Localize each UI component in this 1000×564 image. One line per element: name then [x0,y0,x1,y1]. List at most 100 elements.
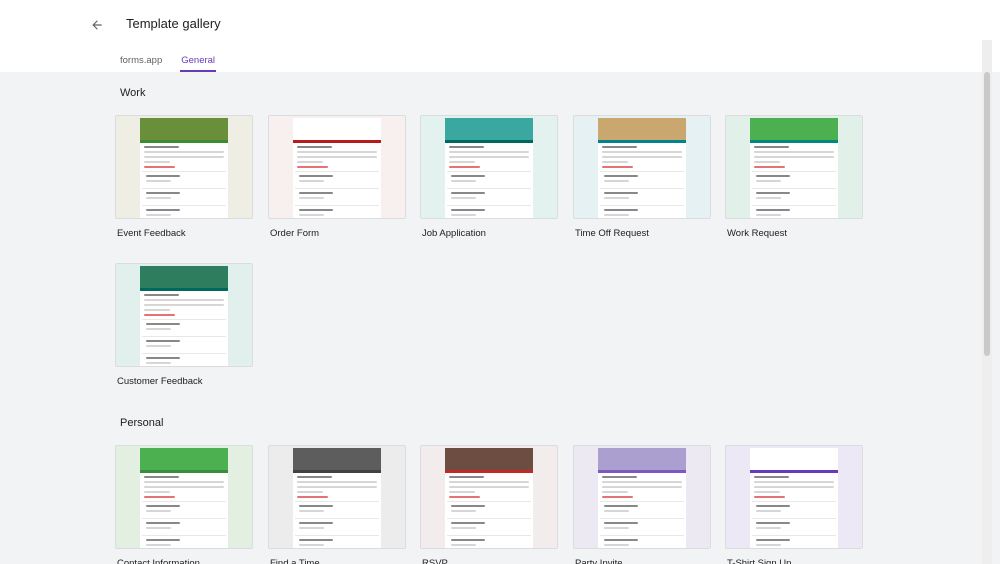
form-text-line [449,151,529,153]
form-question-block [447,501,531,515]
form-text-line [451,209,485,211]
form-text-line [754,496,785,498]
template-thumbnail[interactable] [573,445,711,549]
form-text-line [602,146,638,148]
tab-general[interactable]: General [180,50,217,72]
template-card[interactable]: T-Shirt Sign Up [725,445,863,564]
form-question-block [752,188,836,202]
form-text-line [754,481,834,483]
form-accent-bar [445,470,533,473]
form-text-line [756,209,790,211]
template-label: Contact Information [117,558,200,564]
form-text-line [602,166,633,168]
template-card[interactable]: Order Form [268,115,406,239]
form-preview [598,448,686,548]
form-accent-bar [445,140,533,143]
template-thumbnail[interactable] [115,263,253,367]
form-text-line [297,476,333,478]
template-card[interactable]: Find a Time [268,445,406,564]
form-accent-bar [598,140,686,143]
form-text-line [756,527,782,529]
form-text-line [756,192,790,194]
form-text-line [146,510,172,512]
form-text-line [144,496,175,498]
template-thumbnail[interactable] [725,445,863,549]
form-text-line [604,527,630,529]
template-label: Event Feedback [117,228,186,239]
form-text-line [451,180,477,182]
form-text-line [451,175,485,177]
form-text-line [144,486,224,488]
form-text-line [756,522,790,524]
template-thumbnail[interactable] [268,115,406,219]
form-text-line [451,539,485,541]
form-text-line [604,180,630,182]
form-accent-bar [750,140,838,143]
form-accent-bar [140,288,228,291]
form-text-line [146,340,180,342]
template-card[interactable]: Job Application [420,115,558,239]
form-text-line [146,362,172,364]
form-text-line [144,304,224,306]
form-text-line [756,214,782,216]
template-thumbnail[interactable] [573,115,711,219]
form-question-block [752,535,836,548]
form-header-image [293,448,381,470]
section-title-work: Work [120,87,146,99]
form-text-line [754,151,834,153]
form-text-line [604,544,630,546]
form-text-line [146,505,180,507]
form-header-image [140,448,228,470]
form-question-block [295,518,379,532]
form-question-block [447,171,531,185]
template-thumbnail[interactable] [420,445,558,549]
form-text-line [604,510,630,512]
form-text-line [451,522,485,524]
form-text-line [449,476,485,478]
form-text-line [756,544,782,546]
form-question-block [295,501,379,515]
template-thumbnail[interactable] [115,445,253,549]
template-card[interactable]: Party Invite [573,445,711,564]
template-card[interactable]: Time Off Request [573,115,711,239]
form-question-block [142,171,226,185]
template-card[interactable]: Customer Feedback [115,263,253,387]
form-preview [598,118,686,218]
scrollbar-thumb[interactable] [984,72,990,356]
template-label: Find a Time [270,558,320,564]
form-text-line [144,146,180,148]
form-text-line [602,156,682,158]
template-label: RSVP [422,558,448,564]
form-header-image [140,266,228,288]
form-text-line [604,209,638,211]
form-text-line [297,156,377,158]
form-header-image [445,448,533,470]
form-header-image [293,118,381,140]
form-header-image [750,448,838,470]
form-question-block [295,171,379,185]
template-thumbnail[interactable] [725,115,863,219]
form-text-line [602,486,682,488]
template-thumbnail[interactable] [268,445,406,549]
form-accent-bar [293,470,381,473]
form-text-line [451,505,485,507]
form-text-line [449,161,476,163]
form-text-line [299,522,333,524]
form-preview [445,448,533,548]
form-text-line [449,156,529,158]
template-card[interactable]: Work Request [725,115,863,239]
back-button[interactable] [86,14,108,36]
template-thumbnail[interactable] [115,115,253,219]
template-card[interactable]: RSVP [420,445,558,564]
form-text-line [449,166,480,168]
form-text-line [146,527,172,529]
form-text-line [297,496,328,498]
template-card[interactable]: Event Feedback [115,115,253,239]
form-text-line [604,539,638,541]
form-text-line [144,481,224,483]
template-card[interactable]: Contact Information [115,445,253,564]
template-thumbnail[interactable] [420,115,558,219]
tab-forms-app[interactable]: forms.app [120,50,162,72]
form-text-line [602,481,682,483]
form-text-line [754,491,781,493]
